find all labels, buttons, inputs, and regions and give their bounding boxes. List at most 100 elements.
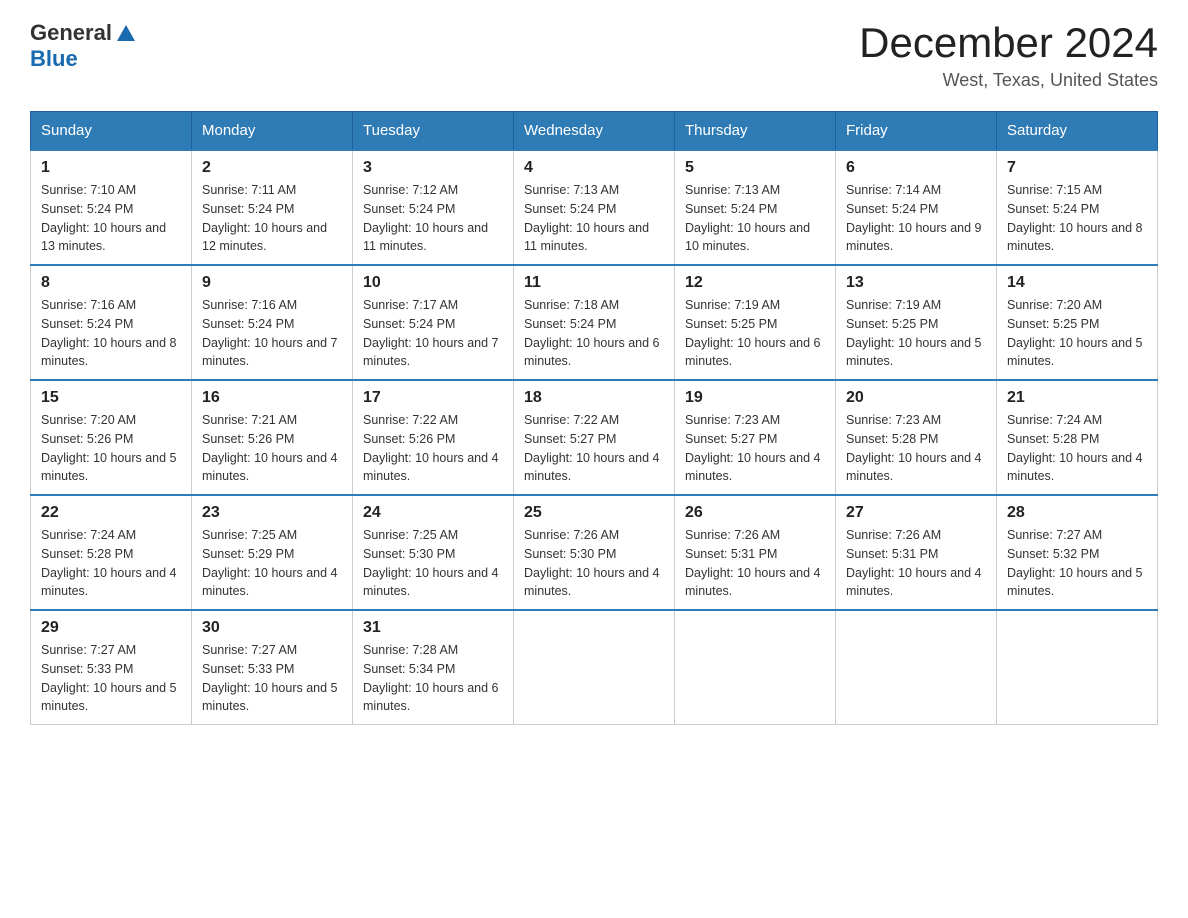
calendar-cell: 18 Sunrise: 7:22 AMSunset: 5:27 PMDaylig… xyxy=(514,380,675,495)
calendar-cell: 31 Sunrise: 7:28 AMSunset: 5:34 PMDaylig… xyxy=(353,610,514,725)
day-number: 17 xyxy=(363,389,503,407)
day-number: 12 xyxy=(685,274,825,292)
day-info: Sunrise: 7:11 AMSunset: 5:24 PMDaylight:… xyxy=(202,181,342,256)
calendar-cell: 23 Sunrise: 7:25 AMSunset: 5:29 PMDaylig… xyxy=(192,495,353,610)
calendar-cell: 2 Sunrise: 7:11 AMSunset: 5:24 PMDayligh… xyxy=(192,150,353,265)
calendar-cell: 20 Sunrise: 7:23 AMSunset: 5:28 PMDaylig… xyxy=(836,380,997,495)
day-info: Sunrise: 7:13 AMSunset: 5:24 PMDaylight:… xyxy=(524,181,664,256)
calendar-cell: 27 Sunrise: 7:26 AMSunset: 5:31 PMDaylig… xyxy=(836,495,997,610)
week-row-3: 15 Sunrise: 7:20 AMSunset: 5:26 PMDaylig… xyxy=(31,380,1158,495)
weekday-header-monday: Monday xyxy=(192,112,353,151)
calendar-cell: 30 Sunrise: 7:27 AMSunset: 5:33 PMDaylig… xyxy=(192,610,353,725)
logo: General Blue xyxy=(30,20,137,72)
day-number: 22 xyxy=(41,504,181,522)
weekday-header-wednesday: Wednesday xyxy=(514,112,675,151)
calendar-cell: 15 Sunrise: 7:20 AMSunset: 5:26 PMDaylig… xyxy=(31,380,192,495)
day-number: 9 xyxy=(202,274,342,292)
calendar-cell: 10 Sunrise: 7:17 AMSunset: 5:24 PMDaylig… xyxy=(353,265,514,380)
day-info: Sunrise: 7:24 AMSunset: 5:28 PMDaylight:… xyxy=(1007,411,1147,486)
week-row-2: 8 Sunrise: 7:16 AMSunset: 5:24 PMDayligh… xyxy=(31,265,1158,380)
calendar-cell: 13 Sunrise: 7:19 AMSunset: 5:25 PMDaylig… xyxy=(836,265,997,380)
calendar-cell: 22 Sunrise: 7:24 AMSunset: 5:28 PMDaylig… xyxy=(31,495,192,610)
calendar-cell xyxy=(836,610,997,725)
day-info: Sunrise: 7:26 AMSunset: 5:30 PMDaylight:… xyxy=(524,526,664,601)
day-info: Sunrise: 7:25 AMSunset: 5:29 PMDaylight:… xyxy=(202,526,342,601)
day-info: Sunrise: 7:20 AMSunset: 5:25 PMDaylight:… xyxy=(1007,296,1147,371)
day-number: 7 xyxy=(1007,159,1147,177)
day-number: 29 xyxy=(41,619,181,637)
day-info: Sunrise: 7:25 AMSunset: 5:30 PMDaylight:… xyxy=(363,526,503,601)
week-row-1: 1 Sunrise: 7:10 AMSunset: 5:24 PMDayligh… xyxy=(31,150,1158,265)
day-info: Sunrise: 7:17 AMSunset: 5:24 PMDaylight:… xyxy=(363,296,503,371)
day-number: 1 xyxy=(41,159,181,177)
day-info: Sunrise: 7:22 AMSunset: 5:27 PMDaylight:… xyxy=(524,411,664,486)
day-info: Sunrise: 7:27 AMSunset: 5:32 PMDaylight:… xyxy=(1007,526,1147,601)
logo-blue-text: Blue xyxy=(30,46,78,72)
day-number: 13 xyxy=(846,274,986,292)
day-info: Sunrise: 7:22 AMSunset: 5:26 PMDaylight:… xyxy=(363,411,503,486)
calendar-cell: 7 Sunrise: 7:15 AMSunset: 5:24 PMDayligh… xyxy=(997,150,1158,265)
calendar-cell: 11 Sunrise: 7:18 AMSunset: 5:24 PMDaylig… xyxy=(514,265,675,380)
calendar-cell: 4 Sunrise: 7:13 AMSunset: 5:24 PMDayligh… xyxy=(514,150,675,265)
day-number: 19 xyxy=(685,389,825,407)
calendar-cell: 28 Sunrise: 7:27 AMSunset: 5:32 PMDaylig… xyxy=(997,495,1158,610)
day-number: 25 xyxy=(524,504,664,522)
day-info: Sunrise: 7:27 AMSunset: 5:33 PMDaylight:… xyxy=(41,641,181,716)
calendar-cell xyxy=(514,610,675,725)
calendar-cell: 14 Sunrise: 7:20 AMSunset: 5:25 PMDaylig… xyxy=(997,265,1158,380)
day-info: Sunrise: 7:26 AMSunset: 5:31 PMDaylight:… xyxy=(685,526,825,601)
day-number: 26 xyxy=(685,504,825,522)
calendar-cell: 21 Sunrise: 7:24 AMSunset: 5:28 PMDaylig… xyxy=(997,380,1158,495)
day-info: Sunrise: 7:14 AMSunset: 5:24 PMDaylight:… xyxy=(846,181,986,256)
day-number: 5 xyxy=(685,159,825,177)
calendar-table: SundayMondayTuesdayWednesdayThursdayFrid… xyxy=(30,111,1158,725)
day-info: Sunrise: 7:26 AMSunset: 5:31 PMDaylight:… xyxy=(846,526,986,601)
weekday-header-saturday: Saturday xyxy=(997,112,1158,151)
calendar-cell: 8 Sunrise: 7:16 AMSunset: 5:24 PMDayligh… xyxy=(31,265,192,380)
calendar-cell: 5 Sunrise: 7:13 AMSunset: 5:24 PMDayligh… xyxy=(675,150,836,265)
calendar-cell: 19 Sunrise: 7:23 AMSunset: 5:27 PMDaylig… xyxy=(675,380,836,495)
logo-triangle-icon xyxy=(115,23,137,45)
day-number: 11 xyxy=(524,274,664,292)
title-block: December 2024 West, Texas, United States xyxy=(859,20,1158,91)
logo-general-text: General xyxy=(30,20,112,46)
day-info: Sunrise: 7:16 AMSunset: 5:24 PMDaylight:… xyxy=(202,296,342,371)
day-info: Sunrise: 7:10 AMSunset: 5:24 PMDaylight:… xyxy=(41,181,181,256)
calendar-cell: 1 Sunrise: 7:10 AMSunset: 5:24 PMDayligh… xyxy=(31,150,192,265)
calendar-cell: 26 Sunrise: 7:26 AMSunset: 5:31 PMDaylig… xyxy=(675,495,836,610)
calendar-cell xyxy=(997,610,1158,725)
day-info: Sunrise: 7:20 AMSunset: 5:26 PMDaylight:… xyxy=(41,411,181,486)
weekday-header-friday: Friday xyxy=(836,112,997,151)
day-info: Sunrise: 7:19 AMSunset: 5:25 PMDaylight:… xyxy=(846,296,986,371)
calendar-cell: 6 Sunrise: 7:14 AMSunset: 5:24 PMDayligh… xyxy=(836,150,997,265)
weekday-header-sunday: Sunday xyxy=(31,112,192,151)
calendar-title: December 2024 xyxy=(859,20,1158,66)
day-number: 27 xyxy=(846,504,986,522)
calendar-cell: 3 Sunrise: 7:12 AMSunset: 5:24 PMDayligh… xyxy=(353,150,514,265)
page-header: General Blue December 2024 West, Texas, … xyxy=(30,20,1158,91)
day-info: Sunrise: 7:12 AMSunset: 5:24 PMDaylight:… xyxy=(363,181,503,256)
calendar-cell: 9 Sunrise: 7:16 AMSunset: 5:24 PMDayligh… xyxy=(192,265,353,380)
day-info: Sunrise: 7:23 AMSunset: 5:27 PMDaylight:… xyxy=(685,411,825,486)
day-number: 10 xyxy=(363,274,503,292)
weekday-header-row: SundayMondayTuesdayWednesdayThursdayFrid… xyxy=(31,112,1158,151)
week-row-4: 22 Sunrise: 7:24 AMSunset: 5:28 PMDaylig… xyxy=(31,495,1158,610)
day-info: Sunrise: 7:13 AMSunset: 5:24 PMDaylight:… xyxy=(685,181,825,256)
day-number: 6 xyxy=(846,159,986,177)
day-info: Sunrise: 7:21 AMSunset: 5:26 PMDaylight:… xyxy=(202,411,342,486)
day-number: 20 xyxy=(846,389,986,407)
day-number: 31 xyxy=(363,619,503,637)
day-number: 28 xyxy=(1007,504,1147,522)
day-info: Sunrise: 7:24 AMSunset: 5:28 PMDaylight:… xyxy=(41,526,181,601)
day-info: Sunrise: 7:19 AMSunset: 5:25 PMDaylight:… xyxy=(685,296,825,371)
week-row-5: 29 Sunrise: 7:27 AMSunset: 5:33 PMDaylig… xyxy=(31,610,1158,725)
day-info: Sunrise: 7:27 AMSunset: 5:33 PMDaylight:… xyxy=(202,641,342,716)
calendar-cell xyxy=(675,610,836,725)
calendar-cell: 29 Sunrise: 7:27 AMSunset: 5:33 PMDaylig… xyxy=(31,610,192,725)
day-number: 23 xyxy=(202,504,342,522)
calendar-cell: 12 Sunrise: 7:19 AMSunset: 5:25 PMDaylig… xyxy=(675,265,836,380)
day-info: Sunrise: 7:16 AMSunset: 5:24 PMDaylight:… xyxy=(41,296,181,371)
calendar-cell: 17 Sunrise: 7:22 AMSunset: 5:26 PMDaylig… xyxy=(353,380,514,495)
day-number: 30 xyxy=(202,619,342,637)
day-number: 21 xyxy=(1007,389,1147,407)
